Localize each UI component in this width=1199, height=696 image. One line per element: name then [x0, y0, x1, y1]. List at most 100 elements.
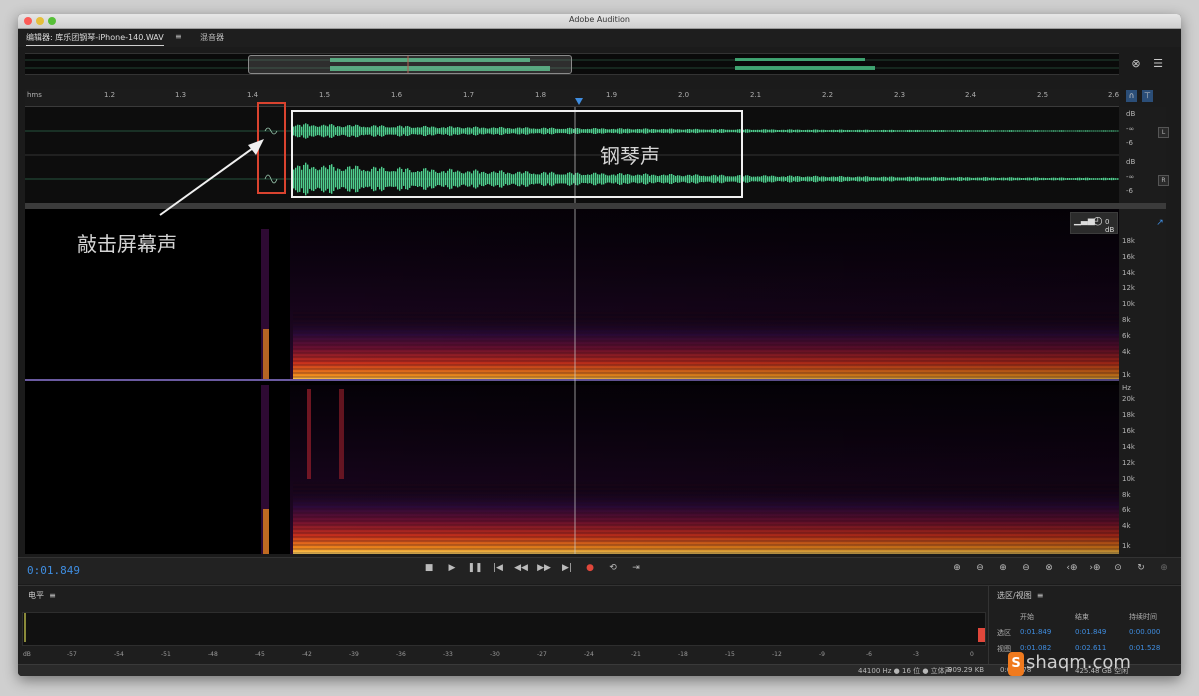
tap-annotation-label: 敲击屏幕声 — [77, 232, 177, 256]
level-scale-label: -21 — [631, 651, 641, 658]
headphones-icon[interactable]: ∩ — [1126, 90, 1137, 102]
bottom-panels: 电平 ≡ dB -57 -54 -51 -48 -45 -42 -39 -36 … — [18, 585, 1181, 676]
zoom-reset-icon[interactable]: ↻ — [1132, 563, 1150, 573]
zoom-in-right-icon[interactable]: ›⊕ — [1086, 563, 1104, 573]
ruler-tick: 2.0 — [678, 91, 690, 99]
view-duration-value[interactable]: 0:01.528 — [1129, 644, 1160, 652]
selection-menu-icon[interactable]: ≡ — [1037, 591, 1044, 600]
watermark-text: shaqm.com — [1026, 652, 1131, 673]
hz-unit-label: Hz — [1122, 384, 1131, 392]
view-start-value[interactable]: 0:01.082 — [1020, 644, 1051, 652]
piano-annotation-label: 钢琴声 — [600, 144, 660, 168]
hz-label: 1k — [1122, 542, 1131, 550]
hz-label: 20k — [1122, 395, 1135, 403]
zoom-in-time-icon[interactable]: ⊕ — [994, 563, 1012, 573]
zoom-full-icon[interactable]: ⊗ — [1040, 563, 1058, 573]
go-to-end-button[interactable]: ▶| — [559, 563, 575, 573]
ruler-tick: 2.2 — [822, 91, 834, 99]
levels-menu-icon[interactable]: ≡ — [49, 591, 56, 600]
hz-label: 14k — [1122, 443, 1135, 451]
ruler-tick: 1.5 — [319, 91, 331, 99]
selection-duration-value[interactable]: 0:00.000 — [1129, 628, 1160, 636]
pin-icon[interactable]: ⊤ — [1142, 90, 1153, 102]
level-scale-label: -27 — [537, 651, 547, 658]
zoom-disabled-icon: ⊕ — [1160, 563, 1168, 573]
ruler-tick: 1.7 — [463, 91, 475, 99]
signal-bars-icon[interactable]: ▁▃▅ — [1074, 216, 1095, 226]
hz-label: 10k — [1122, 475, 1135, 483]
hz-label: 6k — [1122, 332, 1131, 340]
level-scale-label: -57 — [67, 651, 77, 658]
db-scale: dB -∞ -6 dB -∞ -6 L R — [1119, 107, 1169, 203]
time-ruler[interactable]: hms 1.2 1.3 1.4 1.5 1.6 1.7 1.8 1.9 2.0 … — [25, 89, 1119, 107]
title-bar: Adobe Audition — [18, 14, 1181, 29]
level-scale-label: -33 — [443, 651, 453, 658]
levels-panel-title: 电平 ≡ — [28, 591, 56, 600]
go-to-start-button[interactable]: |◀ — [490, 563, 506, 573]
left-channel-toggle[interactable]: L — [1158, 127, 1169, 138]
panel-menu-icon[interactable]: ☰ — [1150, 56, 1166, 72]
zoom-in-amplitude-icon[interactable]: ⊕ — [948, 563, 966, 573]
hz-label: 16k — [1122, 427, 1135, 435]
spectral-display[interactable] — [25, 209, 1119, 554]
spectral-tools-hud: ▁▃▅ ◴ 0 dB — [1070, 212, 1118, 234]
zoom-out-time-icon[interactable]: ⊖ — [1017, 563, 1035, 573]
current-time-display[interactable]: 0:01.849 — [27, 564, 80, 577]
pause-button[interactable]: ❚❚ — [467, 563, 483, 573]
right-channel-toggle[interactable]: R — [1158, 175, 1169, 186]
db-six-bottom: -6 — [1126, 187, 1133, 195]
frequency-scale: 18k 16k 14k 12k 10k 8k 6k 4k 1k Hz 20k 1… — [1119, 209, 1166, 554]
db-six-top: -6 — [1126, 139, 1133, 147]
hz-label: 18k — [1122, 237, 1135, 245]
db-unit-top: dB — [1126, 110, 1136, 118]
ruler-tick: 1.9 — [606, 91, 618, 99]
annotation-arrow — [159, 139, 264, 216]
level-meter — [22, 612, 986, 646]
play-button[interactable]: ▶ — [444, 563, 460, 573]
zoom-tool-icon[interactable]: ⊗ — [1128, 56, 1144, 72]
tab-editor[interactable]: 编辑器: 库乐团钢琴-iPhone-140.WAV — [26, 32, 164, 46]
level-scale-label: -12 — [772, 651, 782, 658]
overview-strip[interactable] — [25, 53, 1119, 75]
skip-selection-button[interactable]: ⇥ — [628, 563, 644, 573]
status-bar: 44100 Hz ● 16 位 ● 立体声 909.29 KB 0:05.278… — [18, 664, 1181, 676]
loop-button[interactable]: ⟲ — [605, 563, 621, 573]
playhead-marker[interactable] — [575, 98, 583, 105]
zoom-selection-icon[interactable]: ⊙ — [1109, 563, 1127, 573]
view-end-value[interactable]: 0:02.611 — [1075, 644, 1106, 652]
ruler-tick: 2.4 — [965, 91, 977, 99]
level-scale-label: -45 — [255, 651, 265, 658]
rewind-button[interactable]: ◀◀ — [513, 563, 529, 573]
selection-panel-title: 选区/视图 ≡ — [997, 591, 1044, 600]
selection-start-value[interactable]: 0:01.849 — [1020, 628, 1051, 636]
pin-hud-icon[interactable]: ↗ — [1152, 215, 1168, 231]
fast-forward-button[interactable]: ▶▶ — [536, 563, 552, 573]
ruler-tick: 2.1 — [750, 91, 762, 99]
stop-button[interactable]: ■ — [421, 563, 437, 573]
zoom-in-left-icon[interactable]: ‹⊕ — [1063, 563, 1081, 573]
hz-label: 4k — [1122, 348, 1131, 356]
zoom-out-amplitude-icon[interactable]: ⊖ — [971, 563, 989, 573]
level-meter-indicator — [24, 613, 26, 642]
level-scale-label: -36 — [396, 651, 406, 658]
level-scale-label: -3 — [913, 651, 919, 658]
volume-knob-icon[interactable]: ◴ — [1093, 214, 1103, 227]
ruler-tick: 1.2 — [104, 91, 116, 99]
record-button[interactable]: ● — [582, 563, 598, 573]
ruler-tick: 2.5 — [1037, 91, 1049, 99]
overview-zoom-slider[interactable] — [248, 55, 572, 74]
selection-header-start: 开始 — [1020, 613, 1034, 621]
hz-label: 1k — [1122, 371, 1131, 379]
db-inf-bottom: -∞ — [1126, 173, 1135, 181]
selection-end-value[interactable]: 0:01.849 — [1075, 628, 1106, 636]
selection-header-duration: 持续时间 — [1129, 613, 1157, 621]
level-peak-indicator — [978, 628, 985, 642]
hz-label: 8k — [1122, 491, 1131, 499]
status-size: 909.29 KB — [948, 666, 985, 674]
tab-menu-icon[interactable]: ≡ — [175, 32, 182, 41]
level-scale-label: dB — [23, 651, 31, 658]
hz-label: 18k — [1122, 411, 1135, 419]
tab-mixer[interactable]: 混音器 — [200, 32, 224, 43]
hz-label: 14k — [1122, 269, 1135, 277]
level-scale-label: -15 — [725, 651, 735, 658]
